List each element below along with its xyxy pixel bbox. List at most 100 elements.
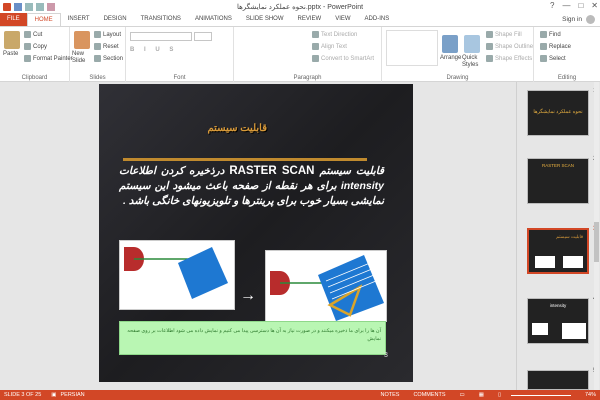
slide-body-text[interactable]: قابلیت سیستم RASTER SCAN درذخیره کردن اط… <box>119 164 384 209</box>
arrange-button[interactable]: Arrange <box>440 55 461 61</box>
tab-design[interactable]: DESIGN <box>97 13 134 26</box>
tab-insert[interactable]: INSERT <box>61 13 97 26</box>
user-icon[interactable] <box>586 15 595 24</box>
diagram-left-svg <box>124 247 228 299</box>
scrollbar-thumb[interactable] <box>594 222 599 262</box>
font-size-input[interactable] <box>194 32 212 41</box>
font-format-buttons[interactable]: B I U S <box>130 47 177 53</box>
format-painter-button[interactable]: Format Painter <box>24 55 73 62</box>
thumbnail-diagram <box>563 256 583 268</box>
select-icon <box>540 55 547 62</box>
editing-group: Find Replace Select Editing <box>534 27 600 82</box>
notes-button[interactable]: NOTES <box>377 392 400 398</box>
zoom-level[interactable]: 74% <box>581 392 596 398</box>
layout-button[interactable]: Layout <box>94 31 121 38</box>
format-painter-label: Format Painter <box>33 55 73 62</box>
slide-thumbnails-pane: نحوه عملکرد نمایشگرها 1 RASTER SCAN 2 قا… <box>516 82 600 390</box>
section-icon <box>94 55 101 62</box>
tab-transitions[interactable]: TRANSITIONS <box>134 13 188 26</box>
tab-file[interactable]: FILE <box>0 13 27 26</box>
slide-thumbnail[interactable]: نحوه عملکرد نمایشگرها <box>527 90 589 136</box>
reading-view-icon[interactable]: ▯ <box>494 392 501 398</box>
convert-smartart-button[interactable]: Convert to SmartArt <box>312 55 374 62</box>
find-label: Find <box>549 31 561 38</box>
language-indicator[interactable]: PERSIAN <box>57 392 85 398</box>
thumbnail-title: intensity <box>549 303 567 308</box>
body-text-mid: درذخیره کردن اطلاعات <box>119 165 230 177</box>
proofing-icon[interactable]: ▣ <box>47 392 56 398</box>
diagram-right-svg <box>270 255 384 321</box>
effects-icon <box>486 55 493 62</box>
slide-thumbnail-selected[interactable]: قابلیت سیستم <box>527 228 589 274</box>
outline-icon <box>486 43 493 50</box>
title-bar: نحوه عملکرد نمایشگرها.pptx - PowerPoint … <box>0 0 600 13</box>
slide-canvas[interactable]: قابلیت سیستم قابلیت سیستم RASTER SCAN در… <box>99 84 413 382</box>
title-underline <box>123 158 367 161</box>
maximize-button[interactable]: □ <box>578 1 583 10</box>
quick-styles-icon[interactable] <box>464 35 480 53</box>
shape-effects-button[interactable]: Shape Effects <box>486 55 532 62</box>
slide-thumbnail[interactable]: RASTER SCAN <box>527 158 589 204</box>
zoom-slider[interactable] <box>510 394 571 396</box>
quick-styles-button[interactable]: Quick Styles <box>462 55 484 69</box>
diagram-left[interactable] <box>119 240 235 310</box>
caption-box[interactable]: آن ها را برای ما ذخیره میکنند و در صورت … <box>119 321 386 355</box>
replace-button[interactable]: Replace <box>540 43 571 50</box>
scissors-icon <box>24 31 31 38</box>
reset-label: Reset <box>103 43 119 50</box>
sign-in-link[interactable]: Sign in <box>562 16 582 23</box>
paste-button[interactable]: Paste <box>3 51 18 57</box>
screen-shape <box>178 247 228 299</box>
clipboard-group-label: Clipboard <box>21 75 48 81</box>
align-text-button[interactable]: Align Text <box>312 43 347 50</box>
comments-button[interactable]: COMMENTS <box>409 392 445 398</box>
normal-view-icon[interactable]: ▭ <box>456 392 465 398</box>
shape-fill-button[interactable]: Shape Fill <box>486 31 522 38</box>
window-title: نحوه عملکرد نمایشگرها.pptx - PowerPoint <box>236 4 364 11</box>
cut-button[interactable]: Cut <box>24 31 42 38</box>
select-button[interactable]: Select <box>540 55 566 62</box>
tab-animations[interactable]: ANIMATIONS <box>188 13 239 26</box>
find-button[interactable]: Find <box>540 31 561 38</box>
slide-title[interactable]: قابلیت سیستم <box>207 123 267 134</box>
slide-sorter-icon[interactable]: ▦ <box>475 392 484 398</box>
slide-thumbnail[interactable]: intensity <box>527 298 589 344</box>
tab-slide-show[interactable]: SLIDE SHOW <box>239 13 291 26</box>
replace-icon <box>540 43 547 50</box>
shapes-gallery[interactable] <box>386 30 438 66</box>
section-button[interactable]: Section <box>94 55 123 62</box>
thumbnail-diagram <box>562 323 586 339</box>
tab-view[interactable]: VIEW <box>328 13 357 26</box>
shape-outline-button[interactable]: Shape Outline <box>486 43 533 50</box>
reset-button[interactable]: Reset <box>94 43 119 50</box>
help-button[interactable]: ? <box>550 1 554 10</box>
close-button[interactable]: ✕ <box>591 1 598 10</box>
tab-add-ins[interactable]: ADD-INS <box>358 13 397 26</box>
shape-fill-label: Shape Fill <box>495 31 522 38</box>
text-direction-icon <box>312 31 319 38</box>
convert-smartart-label: Convert to SmartArt <box>321 55 375 62</box>
drawing-group: Arrange Quick Styles Shape Fill Shape Ou… <box>382 27 534 82</box>
minimize-button[interactable]: — <box>562 1 570 10</box>
new-slide-button[interactable]: New Slide <box>72 51 94 65</box>
slide-thumbnail[interactable] <box>527 370 589 390</box>
find-icon <box>540 31 547 38</box>
copy-button[interactable]: Copy <box>24 43 47 50</box>
body-intensity: intensity <box>340 180 384 192</box>
arrow-icon: → <box>240 287 256 304</box>
layout-icon <box>94 31 101 38</box>
diagram-right[interactable] <box>265 250 387 322</box>
tab-review[interactable]: REVIEW <box>291 13 329 26</box>
new-slide-icon[interactable] <box>74 31 90 49</box>
arrange-icon[interactable] <box>442 35 458 53</box>
fill-icon <box>486 31 493 38</box>
tab-home[interactable]: HOME <box>26 13 61 26</box>
text-direction-button[interactable]: Text Direction <box>312 31 357 38</box>
thumbnail-title: نحوه عملکرد نمایشگرها <box>533 109 583 115</box>
font-name-input[interactable] <box>130 32 192 41</box>
slides-group: New Slide Layout Reset Section Slides <box>70 27 126 82</box>
paste-icon[interactable] <box>4 31 20 49</box>
thumbnail-diagram <box>535 256 555 268</box>
status-right: NOTES COMMENTS ▭ ▦ ▯ 74% <box>377 392 597 398</box>
shape-effects-label: Shape Effects <box>495 55 533 62</box>
